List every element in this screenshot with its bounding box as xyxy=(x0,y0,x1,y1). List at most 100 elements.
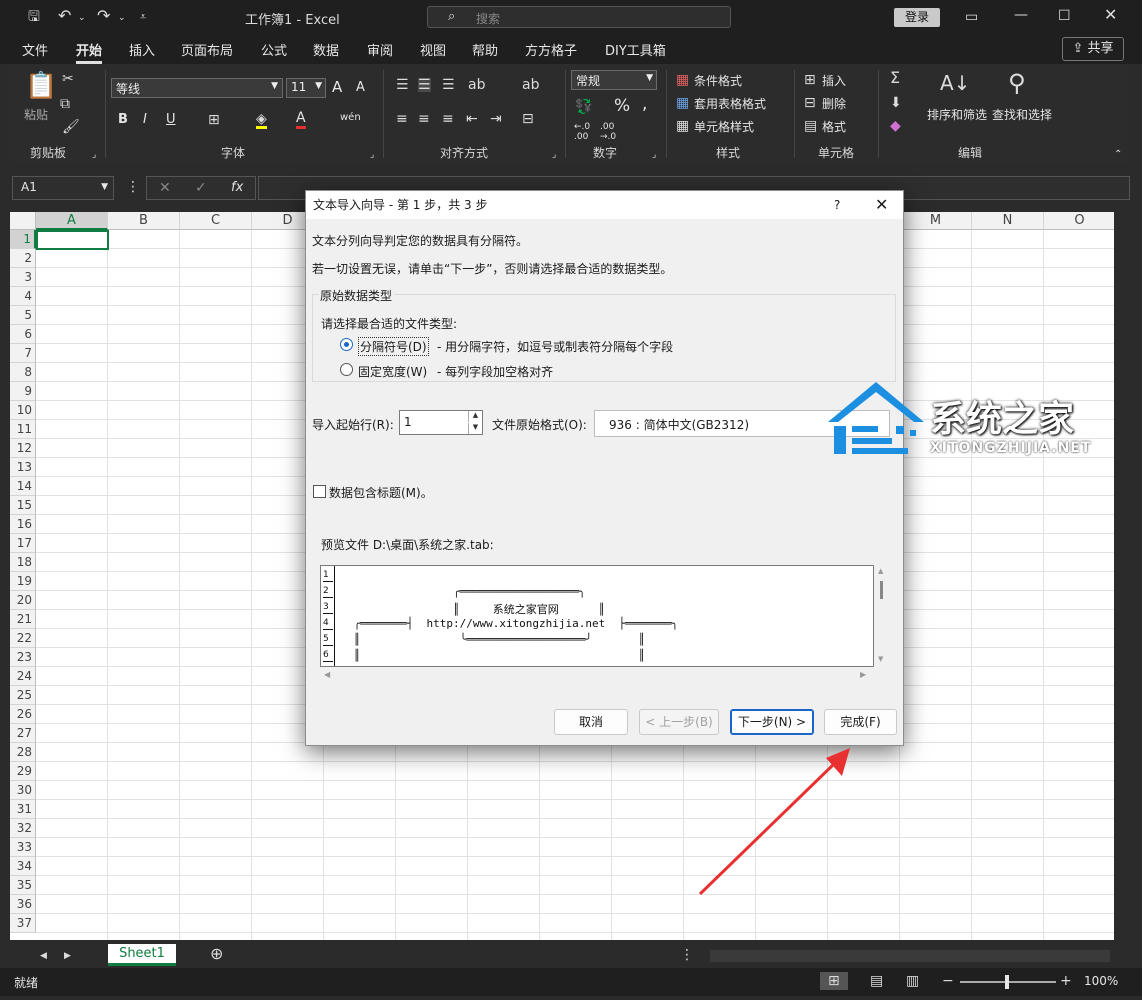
start-row-spinner[interactable]: 1 ▲ ▼ xyxy=(399,410,483,435)
fill-icon[interactable]: ⬇ xyxy=(890,96,902,110)
active-cell[interactable] xyxy=(36,230,109,250)
tab-review[interactable]: 审阅 xyxy=(367,40,393,59)
more-icon[interactable]: ⋮ xyxy=(126,180,140,194)
font-color-icon[interactable]: A xyxy=(296,110,306,129)
login-button[interactable]: 登录 xyxy=(894,8,940,27)
row-header[interactable]: 34 xyxy=(10,857,36,876)
clear-icon[interactable]: ◆ xyxy=(890,119,901,133)
row-header[interactable]: 7 xyxy=(10,344,36,363)
vertical-scrollbar[interactable] xyxy=(1114,212,1126,940)
tab-file[interactable]: 文件 xyxy=(22,40,48,59)
back-button[interactable]: < 上一步(B) xyxy=(639,709,719,735)
preview-vscrollbar[interactable]: ▲ ▼ xyxy=(874,565,890,667)
scroll-left-icon[interactable]: ◀ xyxy=(324,670,330,679)
format-as-table-icon[interactable]: ▦ xyxy=(676,96,689,110)
autosum-icon[interactable]: Σ xyxy=(890,70,900,86)
conditional-format-button[interactable]: 条件格式 xyxy=(694,72,742,89)
currency-icon[interactable]: 💱 xyxy=(575,100,592,114)
merge-center-icon[interactable]: ⊟ xyxy=(522,112,534,126)
collapse-ribbon-icon[interactable]: ⌃ xyxy=(1114,148,1122,162)
spin-up-icon[interactable]: ▲ xyxy=(468,411,482,422)
row-header[interactable]: 10 xyxy=(10,401,36,420)
bold-button[interactable]: B xyxy=(118,112,128,127)
tab-data[interactable]: 数据 xyxy=(313,40,339,59)
scroll-right-icon[interactable]: ▶ xyxy=(860,670,866,679)
decrease-indent-icon[interactable]: ⇤ xyxy=(466,112,478,126)
number-launcher-icon[interactable]: ⌟ xyxy=(652,148,656,162)
header-checkbox-label[interactable]: 数据包含标题(M)。 xyxy=(329,484,433,501)
percent-icon[interactable]: % xyxy=(614,96,630,116)
fixed-width-label[interactable]: 固定宽度(W) xyxy=(358,363,427,380)
row-header[interactable]: 21 xyxy=(10,610,36,629)
row-header[interactable]: 11 xyxy=(10,420,36,439)
delete-cells-icon[interactable]: ⊟ xyxy=(804,96,816,110)
number-format-combo[interactable]: 常规 ▼ xyxy=(571,70,657,90)
page-layout-view-icon[interactable]: ▤ xyxy=(870,974,883,988)
comma-icon[interactable]: , xyxy=(642,94,647,114)
row-header[interactable]: 32 xyxy=(10,819,36,838)
delimited-label[interactable]: 分隔符号(D) xyxy=(358,337,429,356)
delete-cells-button[interactable]: 删除 xyxy=(822,95,846,112)
more-icon[interactable]: ⋮ xyxy=(680,948,694,962)
conditional-format-icon[interactable]: ▦ xyxy=(676,73,689,87)
align-center-icon[interactable]: ≡ xyxy=(418,112,430,126)
undo-icon[interactable]: ↶ xyxy=(58,8,71,24)
column-header[interactable]: C xyxy=(180,212,252,230)
fill-color-icon[interactable]: ◈ xyxy=(256,112,267,129)
row-header[interactable]: 31 xyxy=(10,800,36,819)
font-name-combo[interactable]: 等线 ▼ xyxy=(111,78,283,98)
format-cells-button[interactable]: 格式 xyxy=(822,118,846,135)
align-bottom-icon[interactable]: ☰ xyxy=(442,78,455,92)
find-select-icon[interactable]: ⚲ xyxy=(1008,70,1026,96)
row-header[interactable]: 15 xyxy=(10,496,36,515)
customize-qat-icon[interactable]: ⩡ xyxy=(140,10,146,24)
border-icon[interactable]: ⊞ xyxy=(208,113,220,127)
preview-pane[interactable]: 1 2 3 4 5 6 ╭══════════════════╮ ║ 系统之家官… xyxy=(320,565,874,667)
row-header[interactable]: 13 xyxy=(10,458,36,477)
row-header[interactable]: 17 xyxy=(10,534,36,553)
row-header[interactable]: 9 xyxy=(10,382,36,401)
align-top-icon[interactable]: ☰ xyxy=(396,78,409,92)
select-all-corner[interactable] xyxy=(10,212,36,230)
column-header[interactable]: O xyxy=(1044,212,1116,230)
zoom-level[interactable]: 100% xyxy=(1084,974,1118,988)
ribbon-display-icon[interactable]: ▭ xyxy=(965,10,978,24)
decrease-decimal-icon[interactable]: .00 →.0 xyxy=(600,122,616,142)
preview-hscrollbar[interactable]: ◀ ▶ xyxy=(320,669,874,683)
maximize-icon[interactable]: ☐ xyxy=(1058,9,1071,23)
row-header[interactable]: 5 xyxy=(10,306,36,325)
row-header[interactable]: 3 xyxy=(10,268,36,287)
finish-button[interactable]: 完成(F) xyxy=(824,709,897,735)
align-left-icon[interactable]: ≡ xyxy=(396,112,408,126)
font-launcher-icon[interactable]: ⌟ xyxy=(370,148,374,162)
radio-fixed-width[interactable] xyxy=(340,363,353,376)
increase-decimal-icon[interactable]: ←.0.00 xyxy=(574,122,590,142)
column-header[interactable]: M xyxy=(900,212,972,230)
close-window-icon[interactable]: ✕ xyxy=(1104,7,1117,23)
insert-cells-icon[interactable]: ⊞ xyxy=(804,73,816,87)
header-checkbox[interactable] xyxy=(313,485,326,498)
paste-icon[interactable]: 📋 xyxy=(25,72,57,100)
next-button[interactable]: 下一步(N) > xyxy=(730,709,814,735)
italic-button[interactable]: I xyxy=(143,112,147,127)
increase-indent-icon[interactable]: ⇥ xyxy=(490,112,502,126)
row-header[interactable]: 18 xyxy=(10,553,36,572)
page-break-view-icon[interactable]: ▥ xyxy=(906,974,919,988)
find-select-button[interactable]: 查找和选择 xyxy=(992,106,1052,123)
paste-label[interactable]: 粘贴 xyxy=(24,106,48,123)
undo-dropdown-icon[interactable]: ⌄ xyxy=(78,11,86,25)
row-header[interactable]: 23 xyxy=(10,648,36,667)
row-header[interactable]: 35 xyxy=(10,876,36,895)
wrap-text-icon[interactable]: ab xyxy=(522,78,539,92)
tab-diy[interactable]: DIY工具箱 xyxy=(605,40,666,59)
tab-formulas[interactable]: 公式 xyxy=(261,40,287,59)
alignment-launcher-icon[interactable]: ⌟ xyxy=(552,148,556,162)
horizontal-scrollbar[interactable] xyxy=(710,950,1110,962)
row-header[interactable]: 20 xyxy=(10,591,36,610)
format-as-table-button[interactable]: 套用表格格式 xyxy=(694,95,766,112)
row-header[interactable]: 4 xyxy=(10,287,36,306)
insert-cells-button[interactable]: 插入 xyxy=(822,72,846,89)
redo-dropdown-icon[interactable]: ⌄ xyxy=(118,11,126,25)
row-header[interactable]: 27 xyxy=(10,724,36,743)
shrink-font-icon[interactable]: A xyxy=(356,80,365,95)
